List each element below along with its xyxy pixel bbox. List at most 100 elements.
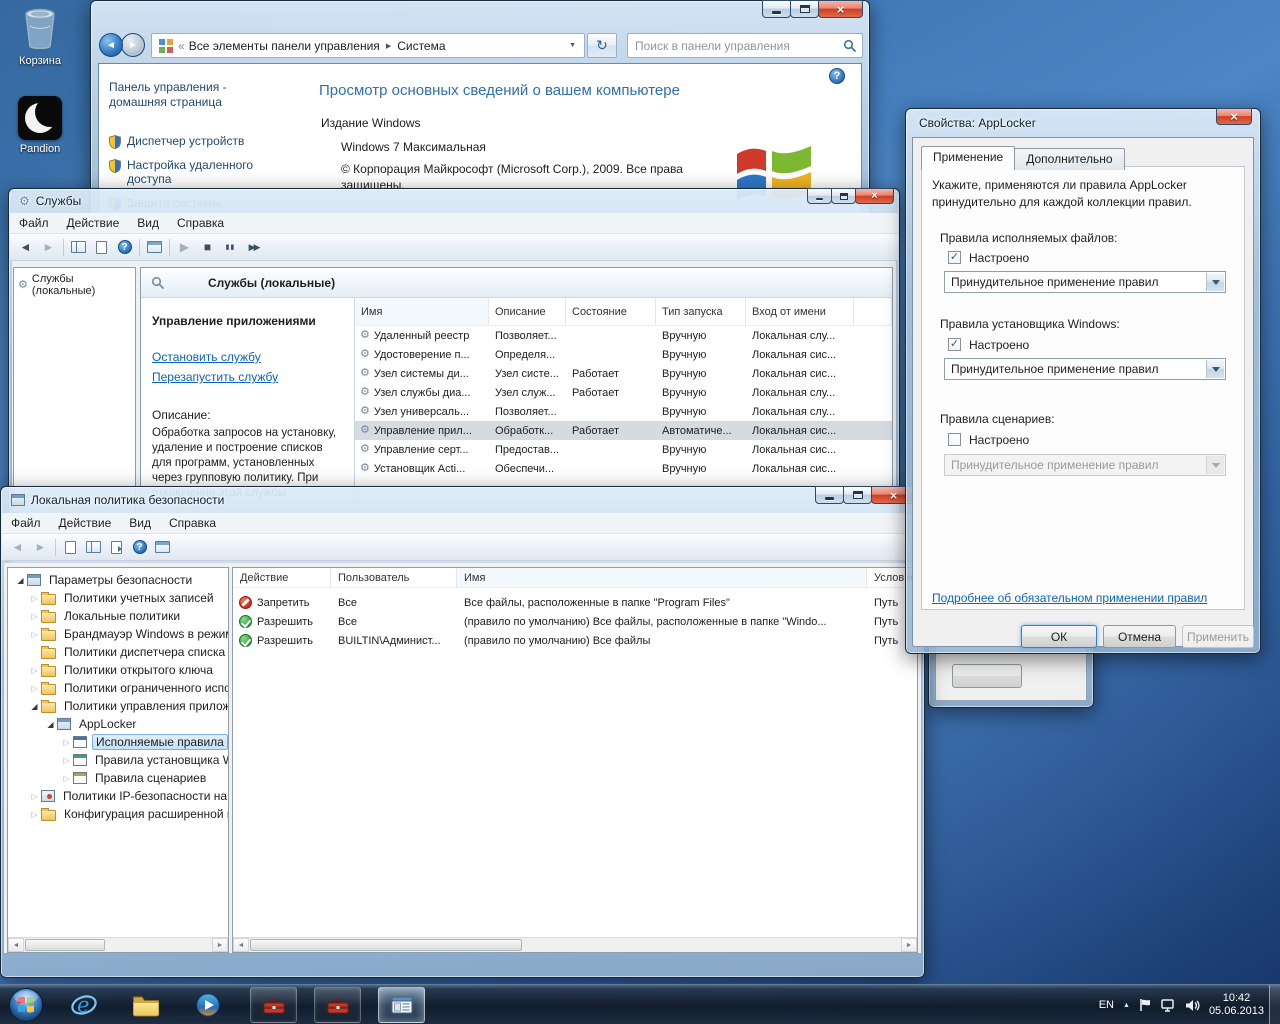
- menu-view[interactable]: Вид: [120, 514, 160, 532]
- script-rules-configured-checkbox[interactable]: [948, 433, 961, 446]
- column-header-logon-as[interactable]: Вход от имени: [746, 298, 854, 325]
- column-header-startup-type[interactable]: Тип запуска: [656, 298, 746, 325]
- restart-service-link[interactable]: Перезапустить службу: [152, 370, 278, 384]
- tree-collapse-icon[interactable]: ▷: [28, 594, 41, 603]
- forward-button[interactable]: ►: [121, 33, 145, 57]
- toolbar-restart-service-button[interactable]: ▶▶: [242, 237, 265, 258]
- executable-rules-configured-checkbox[interactable]: ✓: [948, 251, 961, 264]
- rule-row-allow[interactable]: Разрешить BUILTIN\Админист... (правило п…: [233, 631, 917, 650]
- tree-item-public-key-policies[interactable]: ▷ Политики открытого ключа: [8, 661, 228, 679]
- scroll-right-arrow[interactable]: ►: [212, 938, 228, 952]
- tree-item-advanced-audit-policy[interactable]: ▷ Конфигурация расширенной п: [8, 805, 228, 823]
- tree-item-local-policies[interactable]: ▷ Локальные политики: [8, 607, 228, 625]
- column-header-status[interactable]: Состояние: [566, 298, 656, 325]
- tree-item-services-local[interactable]: ⚙ Службы (локальные): [14, 268, 135, 302]
- toolbar-properties-button[interactable]: [90, 237, 113, 258]
- tree-item-windows-installer-rules[interactable]: ▷ Правила установщика W: [8, 751, 228, 769]
- dialog-titlebar[interactable]: Свойства: AppLocker: [906, 109, 1260, 137]
- close-button[interactable]: ×: [855, 188, 894, 204]
- menu-action[interactable]: Действие: [50, 514, 121, 532]
- scroll-right-arrow[interactable]: ►: [901, 938, 917, 952]
- tree-expand-icon[interactable]: ◢: [14, 576, 27, 585]
- toolbar-forward-button[interactable]: ►: [29, 537, 52, 558]
- toolbar-properties-button[interactable]: [59, 537, 82, 558]
- ok-button[interactable]: ОК: [1021, 625, 1097, 648]
- pandion-desktop-icon[interactable]: Pandion: [8, 96, 72, 155]
- toolbar-start-service-button[interactable]: ▶: [173, 237, 196, 258]
- tree-item-applocker[interactable]: ◢ AppLocker: [8, 715, 228, 733]
- tree-item-security-settings[interactable]: ◢ Параметры безопасности: [8, 571, 228, 589]
- tree-collapse-icon[interactable]: ▷: [60, 774, 73, 783]
- toolbar-view-button[interactable]: [151, 537, 174, 558]
- scroll-left-arrow[interactable]: ◄: [233, 938, 249, 952]
- tree-expand-icon[interactable]: ◢: [44, 720, 57, 729]
- tree-item-ip-security-policies[interactable]: ▷ Политики IP-безопасности на ": [8, 787, 228, 805]
- stop-service-link[interactable]: Остановить службу: [152, 350, 261, 364]
- tree-collapse-icon[interactable]: ▷: [60, 738, 73, 747]
- minimize-button[interactable]: [815, 486, 844, 504]
- address-bar[interactable]: « Все элементы панели управления ▶ Систе…: [151, 33, 585, 58]
- column-header-description[interactable]: Описание: [489, 298, 566, 325]
- service-row[interactable]: ⚙Удаленный реестр Позволяет... Вручную Л…: [355, 326, 892, 345]
- service-row-selected[interactable]: ⚙Управление прил... Обработк... Работает…: [355, 421, 892, 440]
- horizontal-scrollbar[interactable]: ◄ ►: [233, 937, 917, 952]
- tree-item-executable-rules[interactable]: ▷ Исполняемые правила: [8, 733, 228, 751]
- toolbar-console-tree-button[interactable]: [67, 237, 90, 258]
- menu-help[interactable]: Справка: [160, 514, 225, 532]
- toolbar-export-list-button[interactable]: [105, 537, 128, 558]
- horizontal-scrollbar[interactable]: ◄ ►: [8, 937, 228, 952]
- menu-view[interactable]: Вид: [128, 214, 168, 232]
- taskbar-ie-icon[interactable]: e: [62, 988, 106, 1022]
- column-header-user[interactable]: Пользователь: [331, 568, 457, 587]
- column-header-action[interactable]: Действие: [233, 568, 331, 587]
- help-button[interactable]: ?: [829, 68, 845, 84]
- toolbar-forward-button[interactable]: ►: [37, 237, 60, 258]
- services-titlebar[interactable]: ⚙ Службы: [9, 189, 899, 213]
- sidebar-item-remote-access[interactable]: Настройка удаленного доступа: [109, 158, 289, 186]
- recycle-bin-desktop-icon[interactable]: Корзина: [8, 6, 72, 67]
- service-row[interactable]: ⚙Установщик Acti... Обеспечи... Вручную …: [355, 459, 892, 478]
- refresh-button[interactable]: ↻: [587, 33, 617, 58]
- taskbar-button-services-console[interactable]: [250, 987, 297, 1023]
- tree-collapse-icon[interactable]: ▷: [28, 666, 41, 675]
- search-input[interactable]: [628, 39, 843, 53]
- tree-item-network-list-manager[interactable]: ▷ Политики диспетчера списка с: [8, 643, 228, 661]
- installer-rules-configured-checkbox[interactable]: ✓: [948, 338, 961, 351]
- menu-file[interactable]: Файл: [10, 214, 58, 232]
- service-row[interactable]: ⚙Узел системы ди... Узел систе... Работа…: [355, 364, 892, 383]
- maximize-button[interactable]: [843, 486, 872, 504]
- tree-item-windows-firewall[interactable]: ▷ Брандмауэр Windows в режиме: [8, 625, 228, 643]
- menu-help[interactable]: Справка: [168, 214, 233, 232]
- tree-item-account-policies[interactable]: ▷ Политики учетных записей: [8, 589, 228, 607]
- minimize-button[interactable]: [762, 0, 791, 18]
- taskbar-wmp-icon[interactable]: [186, 988, 230, 1022]
- tab-enforcement[interactable]: Применение: [921, 146, 1015, 170]
- service-row[interactable]: ⚙Узел универсаль... Позволяет... Вручную…: [355, 402, 892, 421]
- start-button[interactable]: [8, 987, 44, 1023]
- minimize-button[interactable]: [807, 188, 832, 204]
- tree-item-software-restriction-policies[interactable]: ▷ Политики ограниченного испо: [8, 679, 228, 697]
- executable-rules-enforcement-select[interactable]: Принудительное применение правил: [944, 271, 1226, 293]
- language-indicator[interactable]: EN: [1099, 999, 1114, 1011]
- maximize-button[interactable]: [831, 188, 856, 204]
- tree-collapse-icon[interactable]: ▷: [60, 756, 73, 765]
- maximize-button[interactable]: [790, 0, 819, 18]
- taskbar-explorer-icon[interactable]: [124, 988, 168, 1022]
- toolbar-pause-service-button[interactable]: ▮▮: [219, 237, 242, 258]
- taskbar-button-mmc-console[interactable]: [314, 987, 361, 1023]
- toolbar-back-button[interactable]: ◄: [14, 237, 37, 258]
- toolbar-stop-service-button[interactable]: ■: [196, 237, 219, 258]
- menu-action[interactable]: Действие: [58, 214, 129, 232]
- search-box[interactable]: [627, 33, 863, 58]
- breadcrumb-overflow-icon[interactable]: «: [178, 39, 185, 53]
- toolbar-help-button[interactable]: ?: [128, 537, 151, 558]
- policy-titlebar[interactable]: Локальная политика безопасности: [1, 487, 924, 513]
- tree-item-application-control-policies[interactable]: ◢ Политики управления прилож: [8, 697, 228, 715]
- close-button[interactable]: ×: [1216, 108, 1252, 125]
- applocker-enforcement-help-link[interactable]: Подробнее об обязательном применении пра…: [932, 591, 1207, 605]
- tree-collapse-icon[interactable]: ▷: [28, 792, 41, 801]
- service-row[interactable]: ⚙Управление серт... Предостав... Вручную…: [355, 440, 892, 459]
- breadcrumb-root[interactable]: Все элементы панели управления: [189, 39, 380, 53]
- volume-icon[interactable]: [1185, 999, 1200, 1012]
- tree-collapse-icon[interactable]: ▷: [28, 810, 41, 819]
